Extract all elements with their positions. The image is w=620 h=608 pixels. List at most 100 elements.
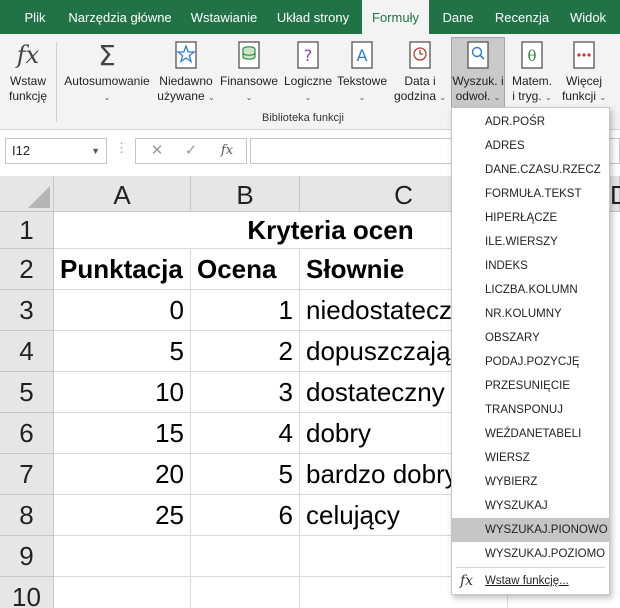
menu-item-przesuniecie[interactable]: PRZESUNIĘCIE [452, 374, 609, 398]
row-header-8[interactable]: 8 [0, 495, 54, 536]
confirm-icon[interactable]: ✓ [178, 139, 204, 163]
math-trig-label-2: i tryg. [512, 89, 542, 103]
more-functions-label-2: funkcji [561, 89, 596, 103]
chevron-down-icon: ⌄ [439, 93, 447, 102]
cell-empty[interactable] [191, 577, 300, 608]
text-functions-button[interactable]: A Tekstowe ⌄ [336, 38, 388, 116]
select-all-corner[interactable] [0, 176, 54, 212]
cell-empty[interactable] [54, 536, 191, 577]
menu-item-formula-tekst[interactable]: FORMUŁA.TEKST [452, 182, 609, 206]
tab-page-layout[interactable]: Układ strony [273, 0, 353, 34]
logical-button[interactable]: ? Logiczne ⌄ [282, 38, 334, 116]
cell-grade[interactable]: 2 [191, 331, 300, 372]
chevron-down-icon[interactable]: ▼ [91, 139, 100, 163]
lookup-reference-button[interactable]: Wyszuk. i odwoł. ⌄ [451, 37, 505, 109]
chevron-down-icon: ⌄ [245, 93, 253, 102]
menu-item-transponuj[interactable]: TRANSPONUJ [452, 398, 609, 422]
menu-item-wiersz[interactable]: WIERSZ [452, 446, 609, 470]
cell-grade[interactable]: 3 [191, 372, 300, 413]
excel-window: Plik Narzędzia główne Wstawianie Układ s… [0, 0, 620, 608]
cell-empty[interactable] [54, 577, 191, 608]
ribbon-separator [56, 42, 57, 122]
coins-book-icon [234, 38, 264, 72]
cell-points[interactable]: 15 [54, 413, 191, 454]
chevron-down-icon: ⌄ [304, 93, 312, 102]
clock-book-icon [405, 38, 435, 72]
fx-icon[interactable]: fx [214, 139, 240, 163]
menu-item-adres[interactable]: ADRES [452, 134, 609, 158]
menu-item-wezdanetabeli[interactable]: WEŹDANETABELI [452, 422, 609, 446]
group-label-function-library: Biblioteka funkcji [262, 112, 344, 124]
cell-grade[interactable]: 6 [191, 495, 300, 536]
column-header-b[interactable]: B [191, 176, 300, 212]
lookup-functions-menu: ADR.POŚR ADRES DANE.CZASU.RZECZ FORMUŁA.… [451, 107, 610, 595]
column-header-a[interactable]: A [54, 176, 191, 212]
cell-empty[interactable] [191, 536, 300, 577]
row-header-1[interactable]: 1 [0, 212, 54, 249]
menu-item-wyszukaj[interactable]: WYSZUKAJ [452, 494, 609, 518]
date-time-button[interactable]: Data i godzina ⌄ [392, 38, 448, 116]
autosum-button[interactable]: Σ Autosumowanie ⌄ [62, 38, 152, 116]
menu-item-adr-posr[interactable]: ADR.POŚR [452, 110, 609, 134]
menu-item-wyszukaj-pionowo[interactable]: WYSZUKAJ.PIONOWO [452, 518, 609, 542]
cell-grade[interactable]: 4 [191, 413, 300, 454]
row-header-6[interactable]: 6 [0, 413, 54, 454]
question-book-icon: ? [293, 38, 323, 72]
tab-data[interactable]: Dane [438, 0, 478, 34]
name-box-value: I12 [12, 143, 31, 158]
name-box[interactable]: I12 ▼ [5, 138, 107, 164]
tab-insert[interactable]: Wstawianie [185, 0, 263, 34]
tab-file[interactable]: Plik [16, 0, 54, 34]
cell-points[interactable]: 25 [54, 495, 191, 536]
menu-item-wyszukaj-poziomo[interactable]: WYSZUKAJ.POZIOMO [452, 542, 609, 566]
menu-item-obszary[interactable]: OBSZARY [452, 326, 609, 350]
dots-book-icon [569, 38, 599, 72]
cell-points[interactable]: 0 [54, 290, 191, 331]
logical-label: Logiczne [283, 74, 333, 88]
cancel-icon[interactable]: ✕ [144, 139, 170, 163]
more-functions-button[interactable]: Więcej funkcji ⌄ [558, 38, 610, 116]
tab-view[interactable]: Widok [564, 0, 612, 34]
text-functions-label: Tekstowe [336, 74, 388, 88]
row-header-4[interactable]: 4 [0, 331, 54, 372]
row-header-2[interactable]: 2 [0, 249, 54, 290]
menu-item-insert-function[interactable]: fx Wstaw funkcję... [452, 569, 609, 593]
tab-formulas[interactable]: Formuły [362, 0, 429, 34]
lookup-reference-label-2: odwoł. [455, 89, 491, 103]
insert-function-label-2: funkcję [8, 89, 48, 103]
tab-home[interactable]: Narzędzia główne [66, 0, 174, 34]
menu-item-podaj-pozycje[interactable]: PODAJ.POZYCJĘ [452, 350, 609, 374]
menu-item-hiperlacze[interactable]: HIPERŁĄCZE [452, 206, 609, 230]
cell-grade[interactable]: 5 [191, 454, 300, 495]
row-header-10[interactable]: 10 [0, 577, 54, 608]
menu-item-ile-wierszy[interactable]: ILE.WIERSZY [452, 230, 609, 254]
menu-item-wybierz[interactable]: WYBIERZ [452, 470, 609, 494]
cell-points[interactable]: 20 [54, 454, 191, 495]
row-header-7[interactable]: 7 [0, 454, 54, 495]
financial-button[interactable]: Finansowe ⌄ [218, 38, 280, 116]
chevron-down-icon: ⌄ [599, 93, 607, 102]
row-header-9[interactable]: 9 [0, 536, 54, 577]
cell-header-points[interactable]: Punktacja [54, 249, 191, 290]
row-header-5[interactable]: 5 [0, 372, 54, 413]
menu-item-liczba-kolumn[interactable]: LICZBA.KOLUMN [452, 278, 609, 302]
cell-header-grade[interactable]: Ocena [191, 249, 300, 290]
menu-item-nr-kolumny[interactable]: NR.KOLUMNY [452, 302, 609, 326]
tab-review[interactable]: Recenzja [490, 0, 554, 34]
menu-divider [456, 567, 605, 568]
cell-grade[interactable]: 1 [191, 290, 300, 331]
insert-function-button[interactable]: fx Wstaw funkcję [4, 38, 52, 116]
menu-item-indeks[interactable]: INDEKS [452, 254, 609, 278]
cell-points[interactable]: 5 [54, 331, 191, 372]
fx-icon: fx [16, 41, 40, 69]
svg-text:θ: θ [527, 47, 536, 65]
formula-bar-grip-icon[interactable]: ⋮ [115, 140, 128, 156]
recently-used-button[interactable]: Niedawno używane ⌄ [156, 38, 216, 116]
letter-a-book-icon: A [347, 38, 377, 72]
chevron-down-icon: ⌄ [208, 93, 215, 102]
math-trig-button[interactable]: θ Matem. i tryg. ⌄ [508, 38, 556, 116]
cell-points[interactable]: 10 [54, 372, 191, 413]
row-header-3[interactable]: 3 [0, 290, 54, 331]
recently-used-label-1: Niedawno [159, 74, 213, 88]
menu-item-dane-czasu-rzecz[interactable]: DANE.CZASU.RZECZ [452, 158, 609, 182]
